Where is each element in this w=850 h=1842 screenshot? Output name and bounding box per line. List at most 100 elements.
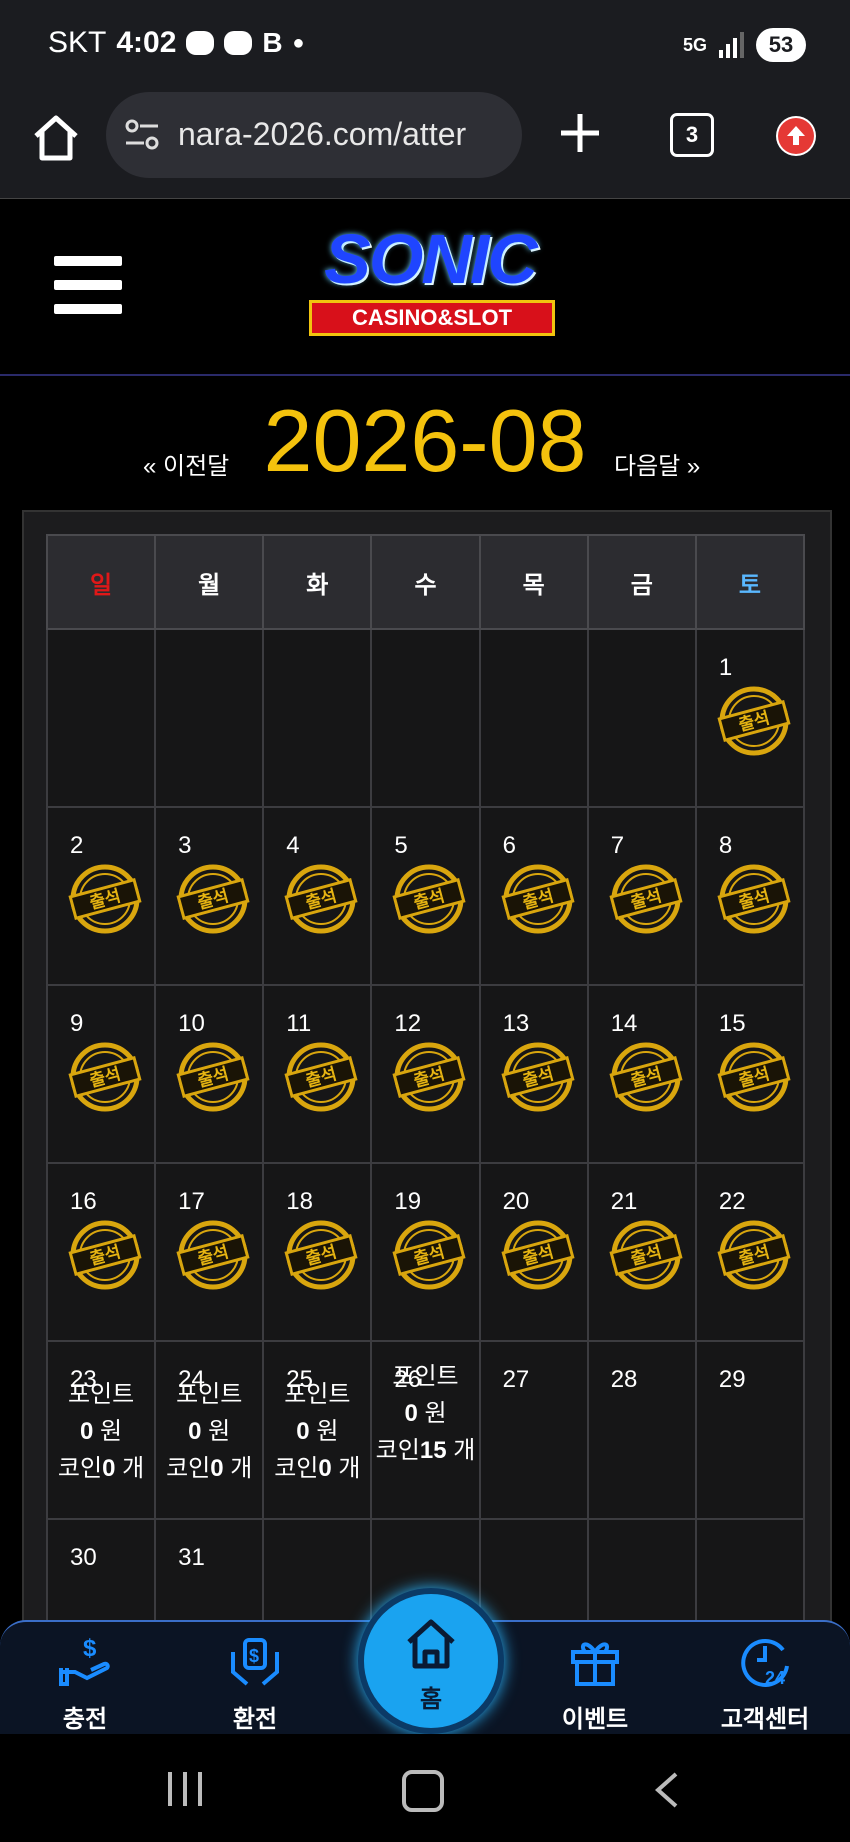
day-number: 19: [394, 1188, 422, 1215]
system-home-icon[interactable]: [402, 1770, 444, 1812]
browser-home-icon[interactable]: [30, 112, 82, 164]
attendance-stamp-icon: 출석: [717, 864, 791, 934]
calendar-week-row: 9 출석 10 출석 11 출석 12 출석 13 출석 14 출석 15 출석: [45, 984, 806, 1164]
attendance-stamp-icon: 출석: [609, 864, 683, 934]
chat-notification-icon: [186, 31, 215, 55]
nav-deposit[interactable]: $ 충전: [20, 1628, 150, 1736]
nav-home[interactable]: 홈: [358, 1588, 504, 1734]
coin-amount: 코인0 개: [57, 1455, 145, 1482]
svg-text:$: $: [249, 1646, 259, 1666]
day-number: 27: [502, 1366, 530, 1393]
day-number: 6: [502, 832, 516, 859]
address-bar[interactable]: nara-2026.com/atter: [106, 92, 522, 178]
calendar-day-cell[interactable]: 2 출석: [45, 806, 157, 986]
support-24h-icon: 24: [741, 1639, 789, 1688]
calendar-day-cell[interactable]: 3 출석: [154, 806, 265, 986]
attendance-stamp-icon: 출석: [68, 1220, 142, 1290]
calendar-day-cell: [262, 1518, 373, 1622]
calendar-day-cell[interactable]: 27: [478, 1340, 589, 1520]
nav-withdraw[interactable]: $ 환전: [190, 1628, 320, 1736]
point-label: 포인트: [176, 1381, 243, 1408]
calendar-week-row: 23 포인트 0 원 코인0 개 24 포인트 0 원 코인0 개 25 포인트 0 원 코인0 개2…: [45, 1340, 806, 1520]
day-number: 30: [70, 1544, 97, 1571]
calendar-day-cell[interactable]: 29: [694, 1340, 806, 1520]
battery-indicator: 53: [756, 28, 806, 62]
calendar-day-cell[interactable]: 5 출석: [370, 806, 481, 986]
deposit-icon: $: [59, 1635, 110, 1686]
calendar-day-cell[interactable]: 30: [45, 1518, 157, 1622]
app-notification-icon: [224, 31, 253, 55]
calendar-day-cell[interactable]: 18 출석: [262, 1162, 373, 1342]
calendar-day-cell: [262, 628, 373, 808]
status-right: 5G 53: [683, 28, 806, 62]
calendar-day-cell[interactable]: 11 출석: [262, 984, 373, 1164]
weekday-sun: 일: [45, 534, 157, 630]
calendar-day-cell[interactable]: 14 출석: [586, 984, 697, 1164]
system-navigation-bar: [0, 1734, 850, 1842]
calendar-day-cell[interactable]: 1 출석: [694, 628, 806, 808]
weekday-mon: 월: [154, 534, 265, 630]
point-label: 포인트: [284, 1381, 351, 1408]
site-settings-icon[interactable]: [124, 118, 160, 152]
calendar-day-cell[interactable]: 6 출석: [478, 806, 589, 986]
calendar-day-cell[interactable]: 31: [154, 1518, 265, 1622]
attendance-stamp-icon: 출석: [609, 1042, 683, 1112]
nav-support[interactable]: 24 고객센터: [700, 1628, 830, 1736]
calendar-table: 일 월 화 수 목 금 토 1 출석 2 출석 3 출석 4 출석 5 출석 6 출석 7 출석 8 출석 9 출…: [45, 534, 806, 1622]
calendar-day-cell[interactable]: 21 출석: [586, 1162, 697, 1342]
day-number: 18: [286, 1188, 313, 1215]
calendar-day-cell[interactable]: 7 출석: [586, 806, 697, 986]
calendar-day-cell[interactable]: 17 출석: [154, 1162, 265, 1342]
menu-icon[interactable]: [54, 256, 122, 314]
attendance-stamp-icon: 출석: [717, 686, 791, 756]
calendar-day-cell[interactable]: 12 출석: [370, 984, 481, 1164]
day-number: 17: [178, 1188, 205, 1215]
recent-apps-icon[interactable]: [168, 1772, 202, 1806]
day-number: 7: [610, 832, 625, 859]
calendar-day-cell[interactable]: 9 출석: [45, 984, 157, 1164]
attendance-stamp-icon: 출석: [501, 1042, 575, 1112]
calendar-day-cell[interactable]: 10 출석: [154, 984, 265, 1164]
svg-text:24: 24: [765, 1668, 785, 1688]
tab-switcher-button[interactable]: 3: [670, 113, 714, 157]
calendar-day-cell[interactable]: 19 출석: [370, 1162, 481, 1342]
calendar-day-cell[interactable]: 8 출석: [694, 806, 806, 986]
nav-event-label: 이벤트: [561, 1706, 629, 1733]
calendar-day-cell[interactable]: 28: [586, 1340, 697, 1520]
new-tab-icon[interactable]: [557, 110, 603, 156]
calendar-week-row: 16 출석 17 출석 18 출석 19 출석 20 출석 21 출석 22 출석: [45, 1162, 806, 1342]
calendar-week-row: 2 출석 3 출석 4 출석 5 출석 6 출석 7 출석 8 출석: [45, 806, 806, 986]
point-amount: 0 원: [404, 1400, 447, 1427]
nav-event[interactable]: 이벤트: [530, 1628, 660, 1736]
day-number: 12: [394, 1010, 422, 1037]
home-icon: [407, 1619, 455, 1669]
logo-sub-text: CASINO&SLOT: [309, 300, 555, 336]
back-icon[interactable]: [648, 1770, 688, 1810]
reward-info: 포인트 0 원 코인0 개: [264, 1376, 370, 1487]
update-icon[interactable]: [776, 116, 816, 156]
calendar-day-cell[interactable]: 20 출석: [478, 1162, 589, 1342]
calendar-day-cell: [586, 628, 697, 808]
attendance-stamp-icon: 출석: [717, 1220, 791, 1290]
calendar-day-cell[interactable]: 13 출석: [478, 984, 589, 1164]
calendar-day-cell[interactable]: 25 포인트 0 원 코인0 개: [262, 1340, 373, 1520]
weekday-wed: 수: [370, 534, 481, 630]
site-logo[interactable]: SONIC CASINO&SLOT: [265, 222, 595, 340]
calendar-day-cell[interactable]: 4 출석: [262, 806, 373, 986]
weekday-sat: 토: [694, 534, 806, 630]
calendar-day-cell[interactable]: 16 출석: [45, 1162, 157, 1342]
calendar-day-cell[interactable]: 15 출석: [694, 984, 806, 1164]
calendar-day-cell[interactable]: 26 포인트 0 원 코인15 개: [370, 1340, 481, 1520]
calendar-day-cell[interactable]: 22 출석: [694, 1162, 806, 1342]
point-amount: 0 원: [296, 1418, 339, 1445]
svg-text:$: $: [83, 1635, 97, 1662]
attendance-stamp-icon: 출석: [609, 1220, 683, 1290]
nav-support-label: 고객센터: [720, 1706, 810, 1733]
reward-info: 포인트 0 원 코인0 개: [48, 1376, 154, 1487]
calendar-day-cell[interactable]: 24 포인트 0 원 코인0 개: [154, 1340, 265, 1520]
next-month-link[interactable]: 다음달 »: [614, 446, 700, 481]
calendar-day-cell: [154, 628, 265, 808]
calendar-day-cell[interactable]: 23 포인트 0 원 코인0 개: [45, 1340, 157, 1520]
day-number: 4: [286, 832, 300, 859]
month-navigation: « 이전달 2026-08 다음달 »: [0, 380, 850, 500]
